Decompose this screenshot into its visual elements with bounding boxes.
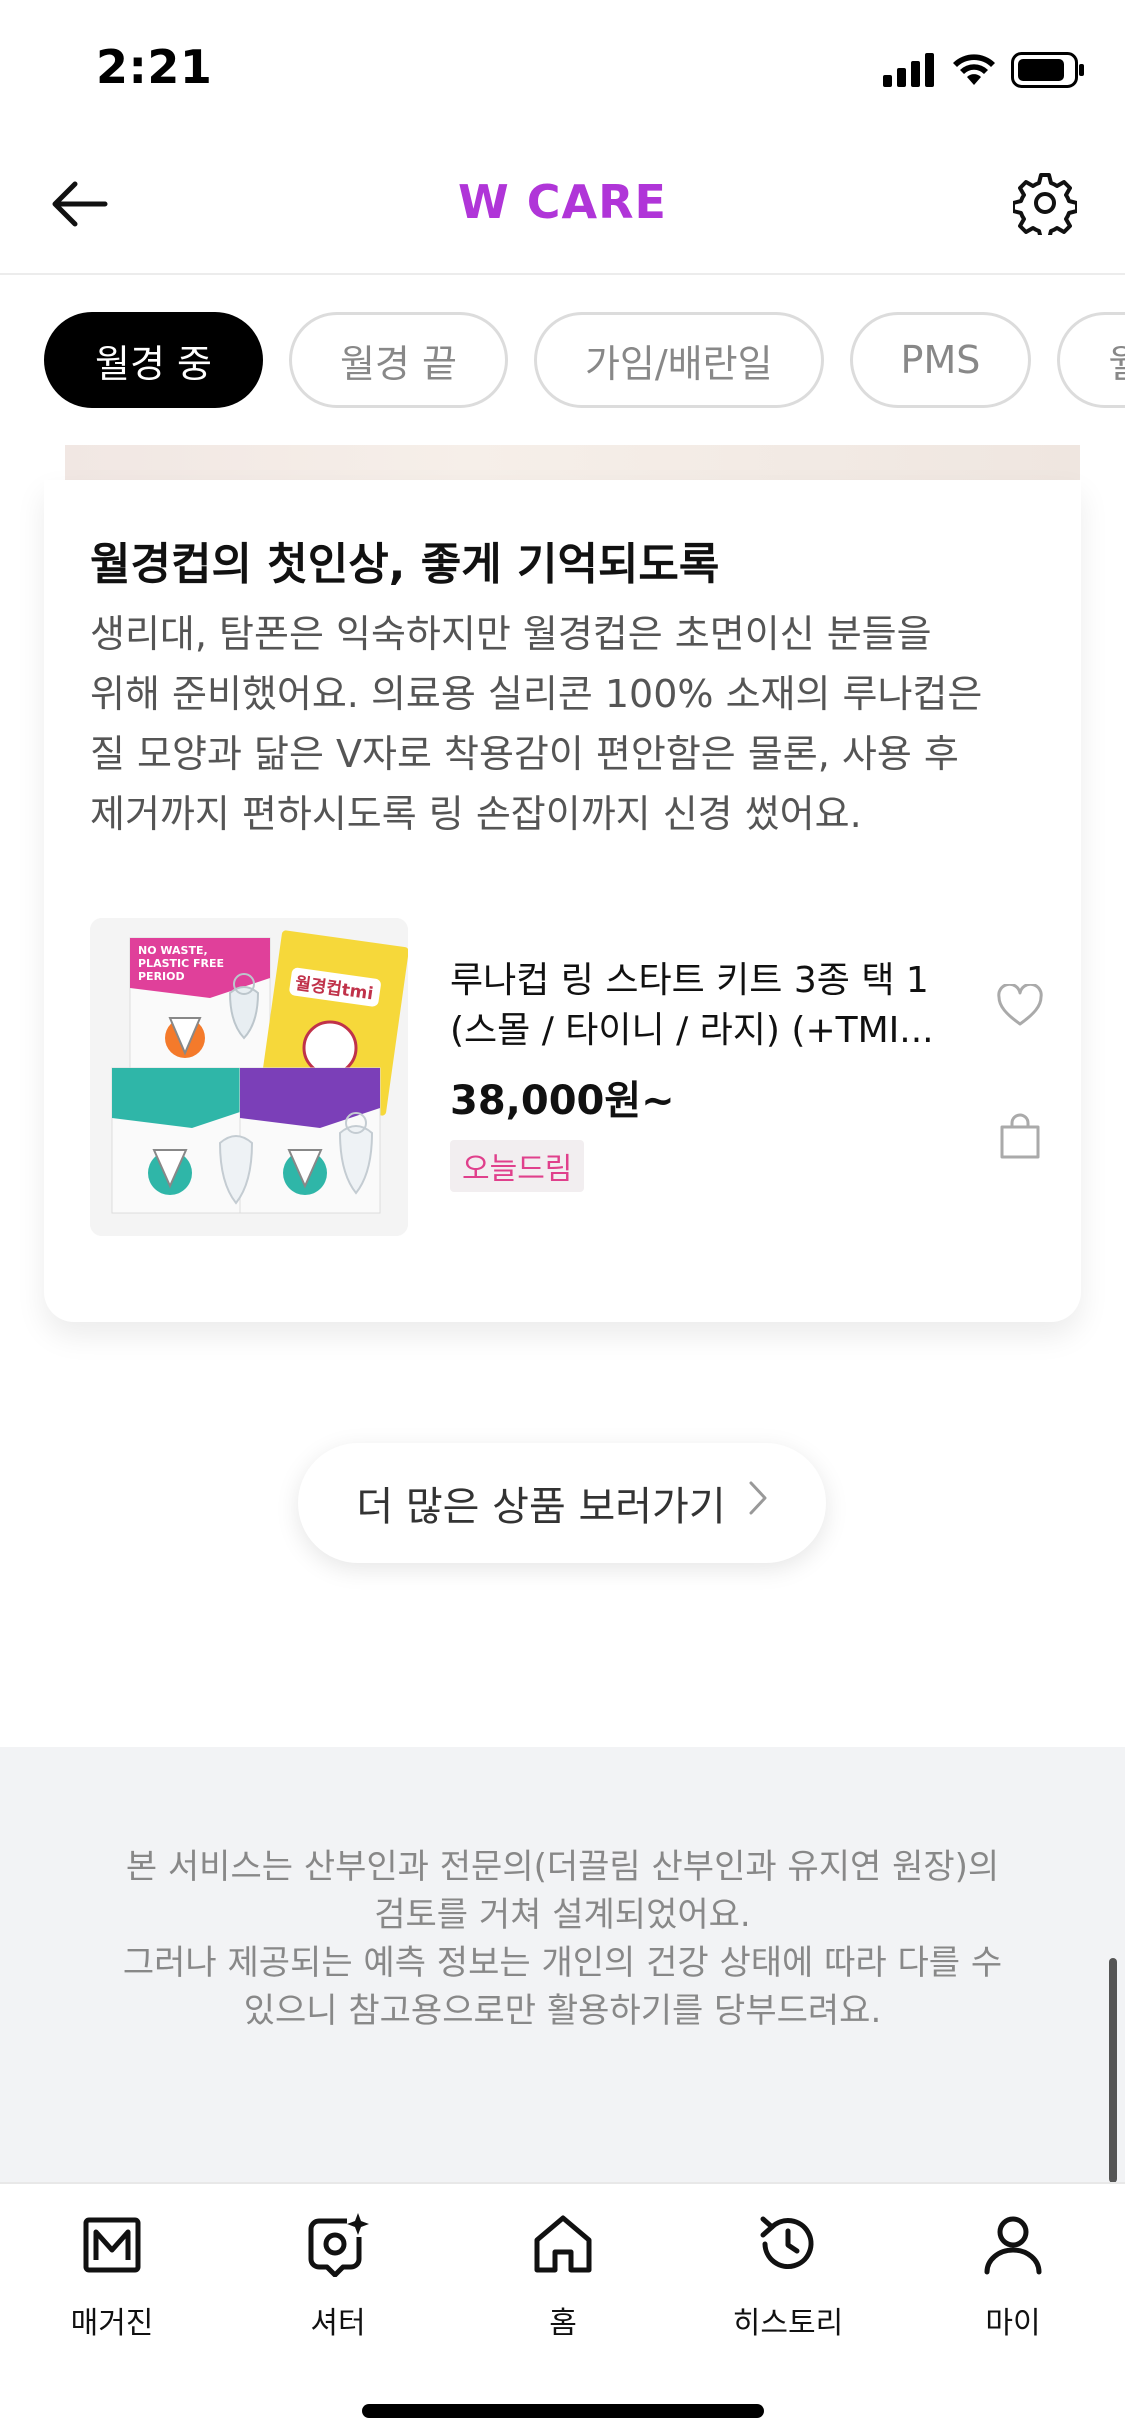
shopping-bag-icon xyxy=(998,1113,1042,1163)
scrollbar[interactable] xyxy=(1109,1958,1117,2183)
disclaimer-line: 본 서비스는 산부인과 전문의(더끌림 산부인과 유지연 원장)의 xyxy=(125,1847,1000,1887)
card-image-strip xyxy=(65,445,1080,481)
disclaimer-line: 검토를 거쳐 설계되었어요. xyxy=(374,1895,751,1935)
thumb-box-text: NO WASTE, xyxy=(138,944,208,957)
heart-icon xyxy=(996,982,1044,1032)
home-indicator[interactable] xyxy=(362,2404,764,2418)
product-item[interactable]: NO WASTE, PLASTIC FREE PERIOD 월경컵tmi 루나컵… xyxy=(90,918,1050,1236)
more-products-button[interactable]: 더 많은 상품 보러가기 xyxy=(298,1443,826,1563)
disclaimer-line: 그러나 제공되는 예측 정보는 개인의 건강 상태에 따라 다를 수 xyxy=(122,1943,1003,1983)
add-to-cart-button[interactable] xyxy=(990,1108,1050,1168)
product-thumbnail[interactable]: NO WASTE, PLASTIC FREE PERIOD 월경컵tmi xyxy=(90,918,408,1236)
chip-period-ongoing[interactable]: 월경 중 xyxy=(44,312,263,408)
status-time: 2:21 xyxy=(96,40,213,94)
chip-pms[interactable]: PMS xyxy=(849,312,1032,408)
nav-label: 히스토리 xyxy=(732,2306,844,2341)
page-title: W CARE xyxy=(458,175,667,229)
chip-fertile-ovulation[interactable]: 가임/배란일 xyxy=(533,312,824,408)
status-icons xyxy=(883,52,1085,92)
product-name-line: (스몰 / 타이니 / 라지) (+TMI... xyxy=(450,1010,934,1051)
status-bar: 2:21 xyxy=(0,0,1125,135)
battery-icon xyxy=(1011,52,1085,92)
disclaimer-line: 있으니 참고용으로만 활용하기를 당부드려요. xyxy=(243,1991,882,2031)
gear-icon xyxy=(1011,171,1079,241)
chip-list: 월경 중 월경 끝 가임/배란일 PMS 월경 xyxy=(44,312,1125,408)
chevron-right-icon xyxy=(748,1480,768,1526)
status-chip-bar: 월경 중 월경 끝 가임/배란일 PMS 월경 xyxy=(0,277,1125,447)
settings-button[interactable] xyxy=(1009,169,1081,241)
chip-period-end[interactable]: 월경 끝 xyxy=(288,312,508,408)
more-products-label: 더 많은 상품 보러가기 xyxy=(356,1484,726,1530)
product-name-line: 루나컵 링 스타트 키트 3종 택 1 xyxy=(450,960,929,1001)
nav-label: 홈 xyxy=(549,2306,577,2341)
nav-magazine[interactable]: 매거진 xyxy=(22,2204,202,2354)
wishlist-button[interactable] xyxy=(990,978,1050,1038)
profile-icon xyxy=(973,2204,1053,2284)
disclaimer-text: 본 서비스는 산부인과 전문의(더끌림 산부인과 유지연 원장)의 검토를 거쳐… xyxy=(90,1843,1035,2035)
content-card: 월경컵의 첫인상, 좋게 기억되도록 생리대, 탐폰은 익숙하지만 월경컵은 초… xyxy=(44,480,1081,1322)
history-icon xyxy=(748,2204,828,2284)
card-description-line: 질 모양과 닮은 V자로 착용감이 편안함은 물론, 사용 후 xyxy=(90,732,959,776)
app-header: W CARE xyxy=(0,135,1125,275)
nav-label: 매거진 xyxy=(70,2306,154,2341)
card-description-line: 위해 준비했어요. 의료용 실리콘 100% 소재의 루나컵은 xyxy=(90,672,983,716)
nav-label: 마이 xyxy=(985,2306,1041,2341)
nav-label: 셔터 xyxy=(310,2306,366,2341)
signal-icon xyxy=(883,53,937,91)
thumb-box-text: PERIOD xyxy=(138,970,185,983)
chip-period-more[interactable]: 월경 xyxy=(1057,312,1125,408)
bottom-navigation: 매거진 셔터 홈 히스토리 마이 xyxy=(0,2182,1125,2436)
home-icon xyxy=(523,2204,603,2284)
nav-shutter[interactable]: 셔터 xyxy=(248,2204,428,2354)
card-description-line: 생리대, 탐폰은 익숙하지만 월경컵은 초면이신 분들을 xyxy=(90,612,932,656)
disclaimer-section: 본 서비스는 산부인과 전문의(더끌림 산부인과 유지연 원장)의 검토를 거쳐… xyxy=(0,1747,1125,2182)
card-description-line: 제거까지 편하시도록 링 손잡이까지 신경 썼어요. xyxy=(90,792,862,836)
product-price: 38,000원~ xyxy=(450,1078,675,1124)
delivery-badge: 오늘드림 xyxy=(450,1140,585,1192)
product-name[interactable]: 루나컵 링 스타트 키트 3종 택 1 (스몰 / 타이니 / 라지) (+TM… xyxy=(450,956,950,1056)
card-description: 생리대, 탐폰은 익숙하지만 월경컵은 초면이신 분들을 위해 준비했어요. 의… xyxy=(90,604,1050,844)
thumb-box-text: PLASTIC FREE xyxy=(138,957,224,970)
card-title: 월경컵의 첫인상, 좋게 기억되도록 xyxy=(90,539,720,590)
magazine-icon xyxy=(72,2204,152,2284)
wifi-icon xyxy=(951,53,997,91)
nav-history[interactable]: 히스토리 xyxy=(698,2204,878,2354)
nav-home[interactable]: 홈 xyxy=(473,2204,653,2354)
camera-sparkle-icon xyxy=(298,2204,378,2284)
nav-my[interactable]: 마이 xyxy=(923,2204,1103,2354)
